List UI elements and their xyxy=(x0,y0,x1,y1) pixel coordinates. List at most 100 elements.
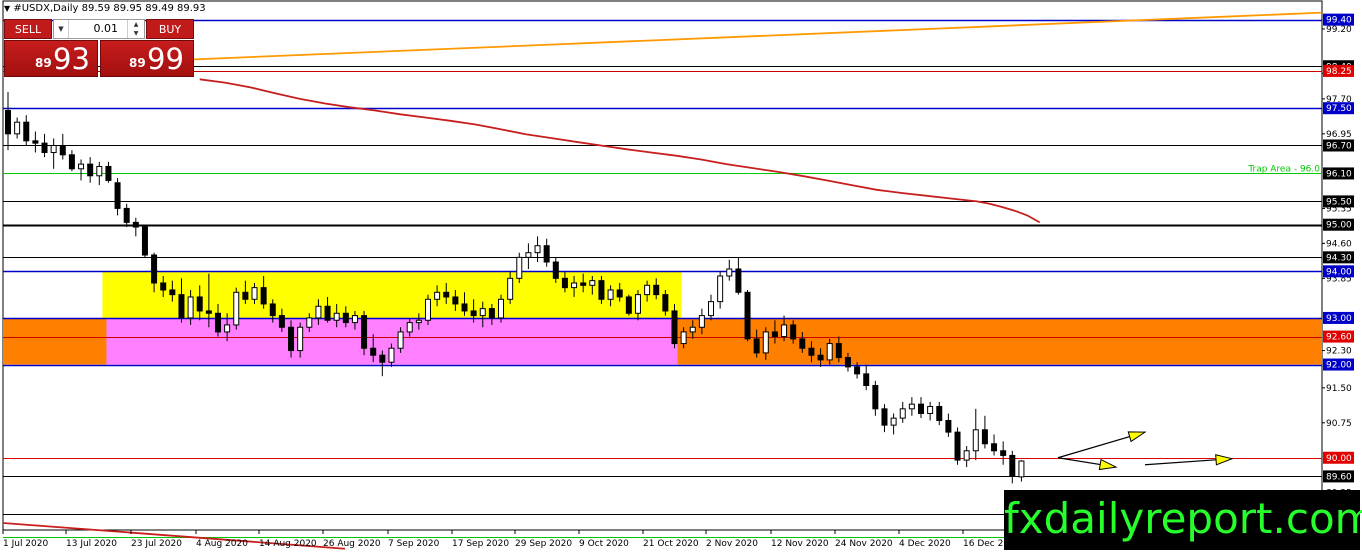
sell-price-button[interactable]: 89 93 xyxy=(4,40,98,77)
symbol-label: #USDX,Daily xyxy=(13,3,79,14)
chart-header: ▼ #USDX,Daily 89.59 89.95 89.49 89.93 xyxy=(4,3,206,14)
candle-body xyxy=(306,317,313,328)
trap-area-label: Trap Area - 96.0 xyxy=(1247,164,1320,174)
level-tag-label: 92.00 xyxy=(1326,361,1352,371)
candle-body xyxy=(242,291,249,300)
candle-body xyxy=(333,312,340,321)
candle-body xyxy=(78,163,85,170)
candle-body xyxy=(342,312,349,324)
collapse-triangle-icon[interactable]: ▼ xyxy=(4,4,10,13)
x-tick-label: 7 Sep 2020 xyxy=(388,539,440,549)
candle-body xyxy=(187,296,194,319)
lot-value[interactable]: 0.01 xyxy=(94,20,119,38)
x-tick-label: 23 Jul 2020 xyxy=(131,539,182,549)
candle-body xyxy=(370,347,377,356)
candle-body xyxy=(653,284,660,296)
candle-body xyxy=(899,408,906,419)
candle-body xyxy=(68,154,75,170)
x-tick-label: 12 Nov 2020 xyxy=(771,539,829,549)
candle-body xyxy=(251,287,258,300)
candle-body xyxy=(479,308,486,317)
sell-price-pips: 93 xyxy=(53,42,90,76)
candle-body xyxy=(361,315,368,349)
candle-body xyxy=(1009,454,1016,477)
candle-body xyxy=(260,287,267,305)
candle-body xyxy=(863,373,870,387)
level-tag-label: 94.30 xyxy=(1326,253,1352,263)
candle-body xyxy=(388,347,395,363)
candle-body xyxy=(470,310,477,317)
candle-body xyxy=(114,182,121,209)
x-tick-label: 4 Aug 2020 xyxy=(196,539,248,549)
candle-body xyxy=(835,343,842,359)
candle-body xyxy=(141,226,148,256)
candle-body xyxy=(580,282,587,286)
candle-body xyxy=(315,305,322,319)
level-tag-label: 95.00 xyxy=(1326,221,1352,231)
candle-body xyxy=(443,291,450,298)
x-tick-label: 17 Sep 2020 xyxy=(452,539,509,549)
candle-body xyxy=(680,331,687,345)
candle-body xyxy=(498,298,505,319)
candle-body xyxy=(826,343,833,361)
candle-body xyxy=(379,354,386,363)
price-chart[interactable]: Trap Area - 96.099.2098.2597.7096.9595.3… xyxy=(0,0,1362,553)
candle-body xyxy=(424,298,431,321)
candle-body xyxy=(634,294,641,314)
candle-body xyxy=(87,163,94,177)
candle-body xyxy=(552,261,559,279)
x-tick-label: 14 Aug 2020 xyxy=(259,539,317,549)
candle-body xyxy=(434,291,441,300)
level-tag-label: 89.60 xyxy=(1326,472,1352,482)
lot-size-field[interactable]: ▼ 0.01 ▲ ▼ xyxy=(53,19,145,39)
candle-body xyxy=(744,291,751,340)
candle-body xyxy=(945,419,952,433)
candle-body xyxy=(817,354,824,361)
candle-body xyxy=(214,312,221,333)
y-tick-label: 90.75 xyxy=(1326,419,1352,429)
candle-body xyxy=(105,165,112,181)
y-tick-label: 91.50 xyxy=(1326,384,1352,394)
candle-body xyxy=(288,326,295,352)
candle-body xyxy=(561,277,568,289)
candle-body xyxy=(123,207,130,223)
candle-body xyxy=(415,319,422,324)
level-tag-label: 92.60 xyxy=(1326,333,1352,343)
candle-body xyxy=(918,403,924,414)
candle-body xyxy=(324,305,331,321)
candle-body xyxy=(160,282,167,291)
level-tag-label: 99.40 xyxy=(1326,16,1352,26)
candle-body xyxy=(844,357,851,368)
candle-body xyxy=(178,294,185,319)
candle-body xyxy=(972,429,979,452)
level-tag-label: 97.50 xyxy=(1326,104,1352,114)
candle-body xyxy=(516,256,523,279)
candle-body xyxy=(908,403,915,410)
x-tick-label: 2 Nov 2020 xyxy=(706,539,758,549)
candle-body xyxy=(351,315,358,324)
candle-body xyxy=(41,142,48,153)
candle-body xyxy=(23,121,30,142)
candle-body xyxy=(59,144,66,156)
candle-body xyxy=(14,121,21,135)
candle-body xyxy=(616,289,623,298)
level-tag-label: 98.25 xyxy=(1326,67,1352,77)
candle-body xyxy=(571,282,578,289)
buy-button[interactable]: BUY xyxy=(146,19,194,39)
candle-body xyxy=(753,338,760,354)
buy-price-button[interactable]: 89 99 xyxy=(100,40,194,77)
candle-body xyxy=(854,366,861,375)
candle-body xyxy=(151,254,158,284)
candle-body xyxy=(708,301,715,317)
one-click-trading-panel: SELL ▼ 0.01 ▲ ▼ BUY 89 93 89 99 xyxy=(4,19,194,77)
candle-body xyxy=(963,450,970,461)
candle-body xyxy=(644,284,651,296)
candle-body xyxy=(461,303,468,312)
candle-body xyxy=(224,324,231,333)
candle-body xyxy=(698,315,705,328)
candle-body xyxy=(5,110,11,135)
candle-body xyxy=(607,289,614,300)
lot-dropdown-icon[interactable]: ▼ xyxy=(54,20,69,38)
sell-button[interactable]: SELL xyxy=(4,19,52,39)
lot-spinner-icon[interactable]: ▲ ▼ xyxy=(127,20,144,38)
